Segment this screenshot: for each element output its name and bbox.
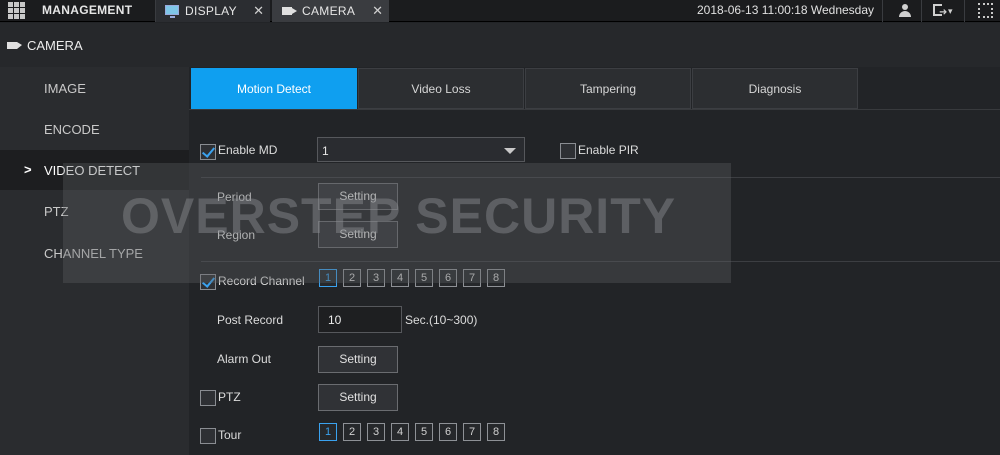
sidebar-item-label: PTZ (44, 204, 69, 219)
sidebar-item-label: ENCODE (44, 122, 100, 137)
record-channel-1[interactable]: 1 (319, 269, 337, 287)
tab-diagnosis[interactable]: Diagnosis (692, 68, 858, 109)
sidebar-item-ptz[interactable]: PTZ (0, 191, 189, 231)
sidebar-item-label: VIDEO DETECT (44, 163, 141, 178)
user-icon[interactable] (898, 4, 912, 18)
divider (189, 109, 1000, 110)
tour-checkbox[interactable] (200, 428, 216, 444)
period-label: Period (217, 190, 252, 204)
tab-motion-detect[interactable]: Motion Detect (191, 68, 357, 109)
tour-channel-3[interactable]: 3 (367, 423, 385, 441)
record-channel-label: Record Channel (218, 274, 305, 288)
record-channel-8[interactable]: 8 (487, 269, 505, 287)
sidebar-item-channel-type[interactable]: CHANNEL TYPE (0, 233, 189, 273)
tour-label: Tour (218, 428, 242, 442)
divider (201, 177, 1000, 178)
period-setting-button[interactable]: Setting (318, 183, 398, 210)
alarm-out-setting-button[interactable]: Setting (318, 346, 398, 373)
tour-channel-8[interactable]: 8 (487, 423, 505, 441)
sidebar-item-encode[interactable]: ENCODE (0, 109, 189, 149)
ptz-checkbox[interactable] (200, 390, 216, 406)
record-channel-6[interactable]: 6 (439, 269, 457, 287)
tour-channel-5[interactable]: 5 (415, 423, 433, 441)
logout-icon[interactable]: ➜ ▾ (933, 4, 953, 18)
enable-md-label: Enable MD (218, 143, 278, 157)
ptz-label: PTZ (218, 390, 241, 404)
channel-select[interactable]: 1 (317, 137, 525, 162)
tour-channel-6[interactable]: 6 (439, 423, 457, 441)
top-bar: MANAGEMENT DISPLAY ✕ CAMERA ✕ 2018-06-13… (0, 0, 1000, 22)
monitor-icon (165, 5, 179, 18)
sidebar-item-label: IMAGE (44, 81, 86, 96)
tab-video-loss[interactable]: Video Loss (358, 68, 524, 109)
sidebar-item-video-detect[interactable]: > VIDEO DETECT (0, 150, 189, 190)
tour-channel-1[interactable]: 1 (319, 423, 337, 441)
divider (201, 261, 1000, 262)
post-record-unit: Sec.(10~300) (405, 313, 478, 327)
datetime: 2018-06-13 11:00:18 Wednesday (697, 3, 875, 17)
main-panel: Motion Detect Video Loss Tampering Diagn… (189, 67, 1000, 455)
alarm-out-label: Alarm Out (217, 352, 272, 366)
tour-channel-2[interactable]: 2 (343, 423, 361, 441)
qr-code-icon[interactable] (978, 3, 993, 18)
chevron-right-icon: > (24, 162, 32, 177)
tab-camera[interactable]: CAMERA ✕ (272, 0, 389, 22)
record-channel-4[interactable]: 4 (391, 269, 409, 287)
divider (921, 0, 922, 22)
enable-pir-checkbox[interactable] (560, 143, 576, 159)
channel-select-value: 1 (322, 144, 329, 158)
divider (882, 0, 883, 22)
record-channel-3[interactable]: 3 (367, 269, 385, 287)
tab-display-label: DISPLAY (185, 4, 237, 18)
tab-tampering[interactable]: Tampering (525, 68, 691, 109)
post-record-value: 10 (328, 313, 342, 327)
post-record-label: Post Record (217, 313, 284, 327)
management-label[interactable]: MANAGEMENT (42, 3, 132, 17)
record-channel-7[interactable]: 7 (463, 269, 481, 287)
region-label: Region (217, 228, 256, 242)
record-channel-2[interactable]: 2 (343, 269, 361, 287)
sidebar-item-image[interactable]: IMAGE (0, 68, 189, 108)
page-header: CAMERA (0, 23, 1000, 67)
tab-camera-close-icon[interactable]: ✕ (372, 3, 383, 19)
record-channel-5[interactable]: 5 (415, 269, 433, 287)
post-record-input[interactable]: 10 (318, 306, 402, 333)
tour-channel-7[interactable]: 7 (463, 423, 481, 441)
tour-channel-4[interactable]: 4 (391, 423, 409, 441)
sidebar-item-label: CHANNEL TYPE (44, 246, 143, 261)
camera-icon (282, 7, 297, 15)
enable-md-checkbox[interactable] (200, 144, 216, 160)
main-menu-grid-icon[interactable] (8, 2, 25, 19)
divider (964, 0, 965, 22)
page-title: CAMERA (27, 38, 83, 53)
record-channel-checkbox[interactable] (200, 274, 216, 290)
sidebar: IMAGE ENCODE > VIDEO DETECT PTZ CHANNEL … (0, 67, 189, 455)
tab-camera-label: CAMERA (302, 4, 356, 18)
enable-pir-label: Enable PIR (578, 143, 639, 157)
tab-display-close-icon[interactable]: ✕ (253, 3, 264, 19)
tab-display[interactable]: DISPLAY ✕ (155, 0, 270, 22)
chevron-down-icon (504, 148, 516, 154)
region-setting-button[interactable]: Setting (318, 221, 398, 248)
camera-icon (7, 42, 22, 49)
ptz-setting-button[interactable]: Setting (318, 384, 398, 411)
